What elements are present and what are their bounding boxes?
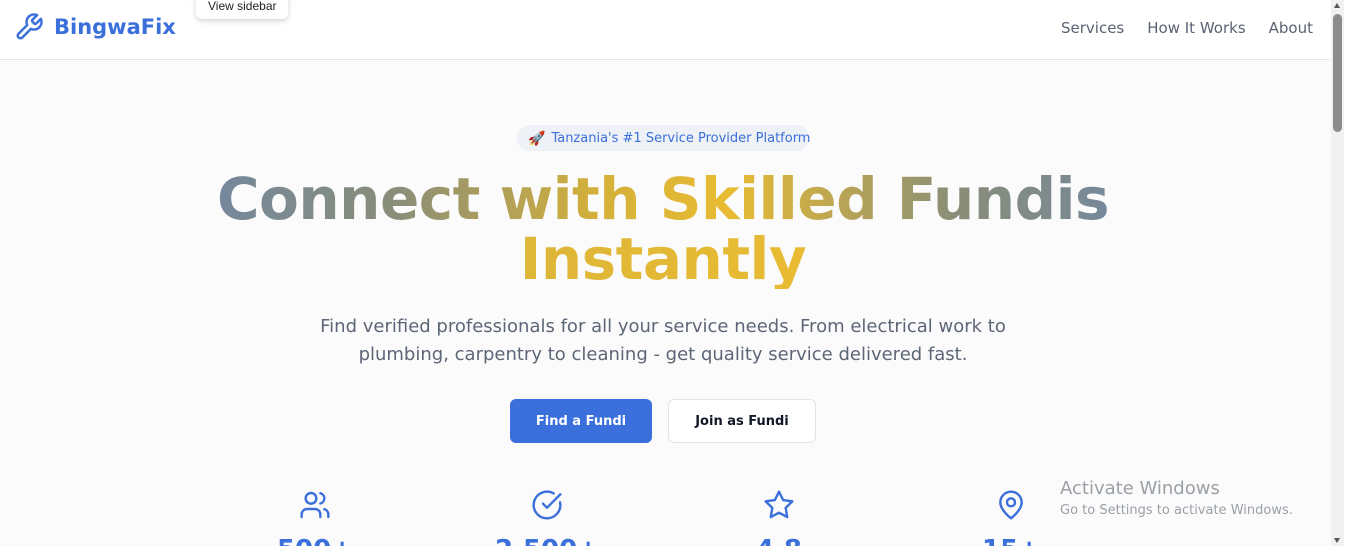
window-edge	[1344, 0, 1351, 546]
stat-jobs: 2,500+	[495, 489, 599, 546]
stat-value: 4.8	[709, 535, 849, 546]
stat-value: 15+	[941, 535, 1081, 546]
page: BingwaFix Services How It Works About Vi…	[0, 0, 1351, 546]
nav-services[interactable]: Services	[1061, 19, 1124, 37]
brand-logo-link[interactable]: BingwaFix	[14, 12, 176, 42]
scroll-up-arrow-icon[interactable]	[1334, 3, 1340, 8]
wrench-icon	[16, 13, 43, 40]
stat-rating: 4.8	[749, 489, 809, 546]
scroll-thumb[interactable]	[1333, 14, 1342, 132]
nav-how-it-works[interactable]: How It Works	[1147, 19, 1245, 37]
brand-name: BingwaFix	[54, 15, 176, 39]
users-icon	[300, 491, 330, 519]
map-pin-icon	[999, 490, 1023, 520]
activate-windows-watermark: Activate Windows Go to Settings to activ…	[1060, 478, 1293, 522]
star-icon	[764, 490, 794, 519]
hero-subtitle: Find verified professionals for all your…	[0, 313, 1326, 369]
stat-value: 500+	[245, 535, 385, 546]
headline-line-1: Connect with Skilled Fundis	[0, 169, 1326, 229]
badge-text: Tanzania's #1 Service Provider Platform	[551, 130, 811, 146]
hero-section: 🚀 Tanzania's #1 Service Provider Platfor…	[0, 61, 1331, 546]
subtitle-line-2: plumbing, carpentry to cleaning - get qu…	[358, 344, 968, 365]
stat-locations: 15+	[981, 489, 1041, 546]
headline-line-2: Instantly	[0, 229, 1326, 289]
main-nav: Services How It Works About	[1061, 19, 1313, 37]
hero-headline: Connect with Skilled Fundis Instantly	[0, 169, 1326, 289]
watermark-subtitle: Go to Settings to activate Windows.	[1060, 503, 1293, 518]
find-fundi-button[interactable]: Find a Fundi	[510, 399, 652, 443]
subtitle-line-1: Find verified professionals for all your…	[320, 316, 1006, 337]
stat-providers: 500+	[277, 489, 353, 546]
view-sidebar-tooltip: View sidebar	[196, 0, 289, 19]
join-as-fundi-button[interactable]: Join as Fundi	[668, 399, 816, 443]
check-circle-icon	[532, 490, 562, 520]
stat-value: 2,500+	[477, 535, 617, 546]
rocket-icon: 🚀	[528, 129, 546, 146]
scroll-down-arrow-icon[interactable]	[1334, 538, 1340, 543]
platform-badge: 🚀 Tanzania's #1 Service Provider Platfor…	[517, 125, 811, 151]
watermark-title: Activate Windows	[1060, 478, 1220, 499]
nav-about[interactable]: About	[1269, 19, 1313, 37]
vertical-scrollbar[interactable]	[1331, 0, 1344, 546]
